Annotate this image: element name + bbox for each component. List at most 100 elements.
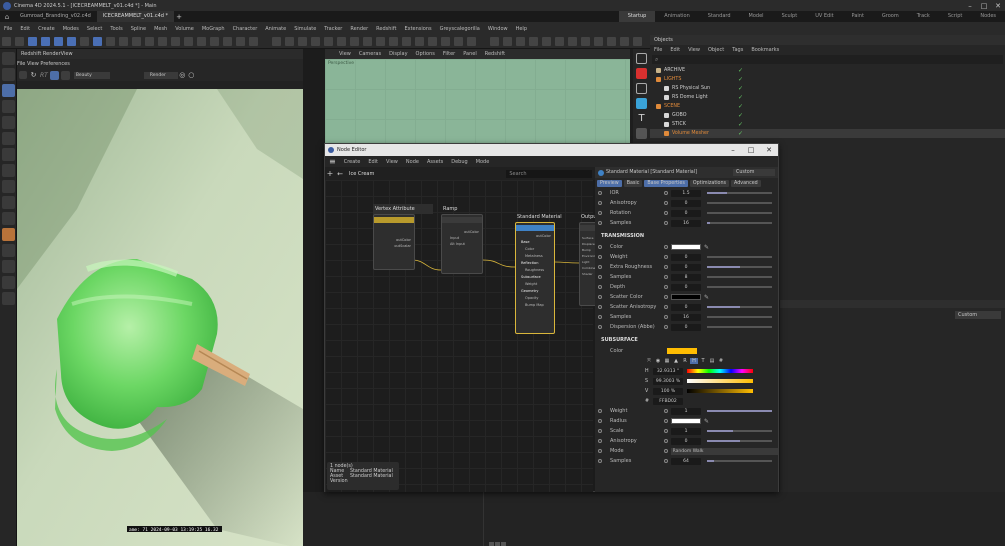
toolbar-icon[interactable]: [376, 37, 385, 46]
object-row[interactable]: SCENE ✓: [650, 102, 1005, 111]
toolbar-icon[interactable]: [184, 37, 193, 46]
toolbar-icon[interactable]: [620, 37, 629, 46]
property-value[interactable]: 0: [671, 253, 701, 261]
property-value[interactable]: 0: [671, 323, 701, 331]
link-icon[interactable]: [664, 409, 668, 413]
maximize-icon[interactable]: □: [977, 2, 991, 10]
layout-tab[interactable]: UV Edit: [806, 11, 842, 22]
menu-item[interactable]: Render: [346, 26, 372, 32]
link-icon[interactable]: [664, 325, 668, 329]
node-menu-item[interactable]: Edit: [364, 159, 382, 165]
toolbar-icon[interactable]: [555, 37, 564, 46]
mode-dropdown[interactable]: Random Walk: [670, 447, 778, 455]
section-header[interactable]: SUBSURFACE: [595, 335, 778, 346]
toolbar-icon[interactable]: [350, 37, 359, 46]
color-mode-icon[interactable]: H: [690, 358, 698, 364]
minimize-icon[interactable]: –: [963, 2, 977, 10]
attr-tab[interactable]: Preview: [597, 179, 622, 187]
toolbar-icon[interactable]: [15, 37, 24, 46]
viewport-menu-item[interactable]: Options: [412, 51, 439, 57]
circle-icon[interactable]: ○: [187, 69, 196, 81]
view-icon[interactable]: [60, 70, 70, 80]
objects-menu-item[interactable]: Edit: [666, 47, 684, 53]
link-icon[interactable]: [664, 285, 668, 289]
property-row[interactable]: Dispersion (Abbe) 0: [595, 322, 778, 332]
property-slider[interactable]: [707, 276, 772, 278]
ne-close-icon[interactable]: ✕: [760, 146, 778, 154]
tab-document[interactable]: Gumroad_Branding_v02.c4d: [14, 11, 97, 22]
toolbar-icon[interactable]: [542, 37, 551, 46]
toolbar-icon[interactable]: [158, 37, 167, 46]
tool-icon[interactable]: [2, 196, 15, 209]
property-row[interactable]: Scatter Color ✎: [595, 292, 778, 302]
section-header[interactable]: TRANSMISSION: [595, 231, 778, 242]
subsurface-color-row[interactable]: Color: [595, 346, 778, 356]
menu-item[interactable]: Simulate: [290, 26, 320, 32]
material-port[interactable]: Opacity: [516, 295, 554, 302]
tool-icon[interactable]: [2, 164, 15, 177]
property-slider[interactable]: [707, 460, 772, 462]
toolbar-icon[interactable]: [41, 37, 50, 46]
menu-item[interactable]: Mesh: [150, 26, 171, 32]
layout-tab[interactable]: Sculpt: [773, 11, 807, 22]
toolbar-icon[interactable]: [428, 37, 437, 46]
menu-item[interactable]: Spline: [127, 26, 150, 32]
property-row[interactable]: Radius ✎: [595, 416, 778, 426]
property-slider[interactable]: [707, 286, 772, 288]
link-icon[interactable]: [663, 449, 668, 453]
beauty-dropdown[interactable]: Beauty: [73, 71, 110, 79]
toolbar-icon[interactable]: [223, 37, 232, 46]
menu-item[interactable]: Redshift: [372, 26, 400, 32]
tool-icon[interactable]: [2, 180, 15, 193]
tool-icon[interactable]: [2, 260, 15, 273]
objects-menu-item[interactable]: View: [684, 47, 704, 53]
color-picker[interactable]: ⤧ ◉ ▦ ▲ R H T ▤ # H 32.9313 ° S 99.3003 % V 100 % # FFBD…: [595, 356, 778, 406]
camera-object-icon[interactable]: [636, 128, 647, 139]
eyedropper-icon[interactable]: ✎: [704, 294, 709, 301]
node-menu-item[interactable]: Create: [340, 159, 365, 165]
material-port[interactable]: Geometry: [516, 288, 554, 295]
snapshot-icon[interactable]: [19, 71, 27, 79]
link-icon[interactable]: [664, 459, 668, 463]
plane-icon[interactable]: [636, 83, 647, 94]
link-icon[interactable]: [664, 295, 668, 299]
visibility-check-icon[interactable]: ✓: [738, 130, 743, 137]
node-standard-material[interactable]: Standard Material outColor Base Color Meta…: [515, 214, 562, 334]
color-swatch[interactable]: [671, 418, 701, 424]
node-ramp[interactable]: Ramp outColor Input Alt Input: [441, 206, 483, 274]
viewport-menu-item[interactable]: Cameras: [355, 51, 385, 57]
material-port[interactable]: Reflection: [516, 260, 554, 267]
property-slider[interactable]: [707, 440, 772, 442]
color-mode-icon[interactable]: R: [681, 358, 689, 364]
attr-tab[interactable]: Base Properties: [644, 179, 688, 187]
node-menu-item[interactable]: Node: [402, 159, 423, 165]
node-menu-item[interactable]: Mode: [472, 159, 494, 165]
property-slider[interactable]: [707, 410, 772, 412]
toolbar-icon[interactable]: [441, 37, 450, 46]
property-row[interactable]: Samples 8: [595, 272, 778, 282]
hsv-value[interactable]: 32.9313 °: [653, 367, 683, 375]
link-icon[interactable]: [664, 419, 668, 423]
visibility-check-icon[interactable]: ✓: [738, 85, 743, 92]
tool-icon[interactable]: [2, 228, 15, 241]
toolbar-icon[interactable]: [503, 37, 512, 46]
link-icon[interactable]: [664, 265, 668, 269]
property-row[interactable]: Weight 0: [595, 252, 778, 262]
tool-icon[interactable]: [2, 52, 15, 65]
tool-icon[interactable]: [2, 292, 15, 305]
hamburger-icon[interactable]: ≡: [325, 157, 340, 166]
toolbar-icon[interactable]: [67, 37, 76, 46]
ne-maximize-icon[interactable]: □: [742, 146, 760, 154]
link-icon[interactable]: [664, 305, 668, 309]
viewport-menu-item[interactable]: Redshift: [481, 51, 509, 57]
viewport-menu-item[interactable]: Panel: [459, 51, 481, 57]
node-vertex-attribute[interactable]: Vertex Attribute outColor outScalar: [373, 204, 433, 270]
toolbar-icon[interactable]: [249, 37, 258, 46]
toolbar-icon[interactable]: [490, 37, 499, 46]
eyedropper-icon[interactable]: ✎: [704, 244, 709, 251]
property-slider[interactable]: [707, 316, 772, 318]
material-port[interactable]: Color: [516, 246, 554, 253]
object-row[interactable]: LIGHTS ✓: [650, 75, 1005, 84]
color-mode-icon[interactable]: T: [699, 358, 707, 364]
toolbar-icon[interactable]: [607, 37, 616, 46]
